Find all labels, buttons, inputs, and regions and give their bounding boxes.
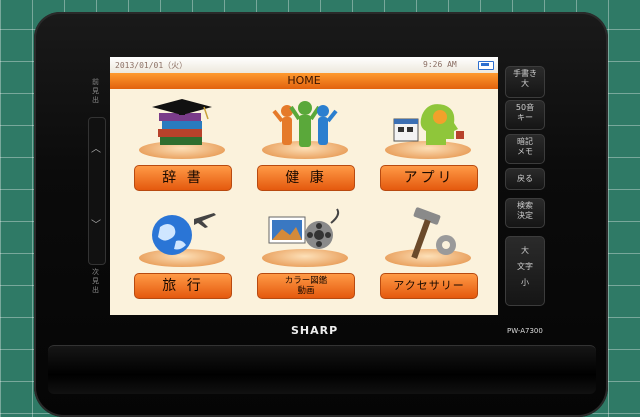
tile-dictionary[interactable]: 辞 書 — [126, 97, 238, 193]
memo-button[interactable]: 暗記 メモ — [505, 134, 545, 164]
tile-apps-label: アプリ — [380, 165, 478, 191]
page-title: HOME — [110, 73, 498, 89]
tile-encyclopedia-video[interactable]: カラー図鑑 動画 — [249, 205, 361, 301]
back-button[interactable]: 戻る — [505, 168, 545, 190]
tile-accessories[interactable]: アクセサリー — [372, 205, 484, 301]
next-heading-label: 次見出 — [92, 268, 99, 294]
search-enter-button[interactable]: 検索 決定 — [505, 198, 545, 228]
tile-accessories-label: アクセサリー — [380, 273, 478, 299]
prev-heading-label: 前見出 — [92, 78, 99, 104]
device-hinge — [48, 345, 596, 394]
screen: 2013/01/01（火） 9:26 AM HOME 辞 書 健 康 アプリ 旅… — [110, 57, 498, 315]
status-time: 9:26 AM — [423, 60, 457, 69]
chevron-down-icon[interactable]: ﹀ — [91, 216, 101, 231]
font-size-button[interactable]: 大 文字 小 — [505, 236, 545, 306]
battery-icon — [478, 61, 494, 70]
tile-health-label: 健 康 — [257, 165, 355, 191]
tile-encyclopedia-video-label: カラー図鑑 動画 — [257, 273, 355, 299]
books-icon — [152, 99, 212, 145]
tile-travel-label: 旅 行 — [134, 273, 232, 299]
model-label: PW-A7300 — [507, 327, 543, 335]
photo-film-icon — [268, 208, 340, 249]
tile-travel[interactable]: 旅 行 — [126, 205, 238, 301]
people-icon — [272, 101, 338, 147]
globe-plane-icon — [152, 213, 216, 255]
tile-apps[interactable]: アプリ — [372, 97, 484, 193]
chevron-up-icon[interactable]: ︿ — [91, 140, 101, 155]
brand-logo: SHARP — [291, 324, 339, 337]
tile-dictionary-label: 辞 書 — [134, 165, 232, 191]
tile-health[interactable]: 健 康 — [249, 97, 361, 193]
head-calendar-icon — [393, 104, 464, 145]
handwriting-large-button[interactable]: 手書き 大 — [505, 66, 545, 98]
kana-keyboard-button[interactable]: 50音 キー — [505, 100, 545, 130]
tools-icon — [411, 207, 456, 259]
status-bar: 2013/01/01（火） 9:26 AM — [110, 57, 498, 73]
status-date: 2013/01/01（火） — [115, 61, 188, 70]
